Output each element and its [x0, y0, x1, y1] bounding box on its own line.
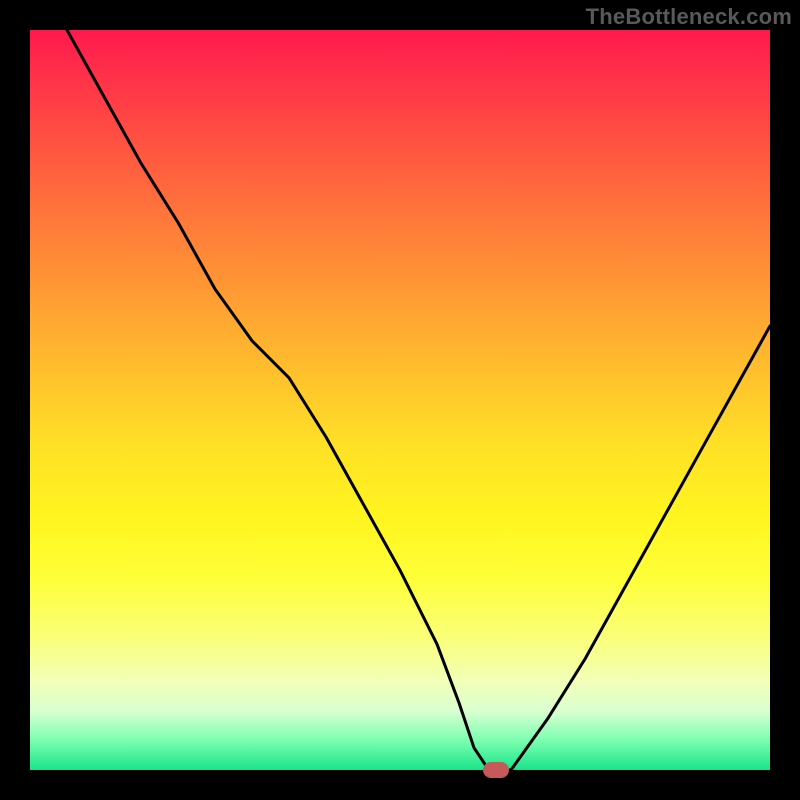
- plot-area: [30, 30, 770, 770]
- optimal-marker: [483, 762, 509, 778]
- chart-frame: TheBottleneck.com: [0, 0, 800, 800]
- watermark-text: TheBottleneck.com: [586, 4, 792, 30]
- bottleneck-curve: [30, 30, 770, 770]
- curve-path: [67, 30, 770, 770]
